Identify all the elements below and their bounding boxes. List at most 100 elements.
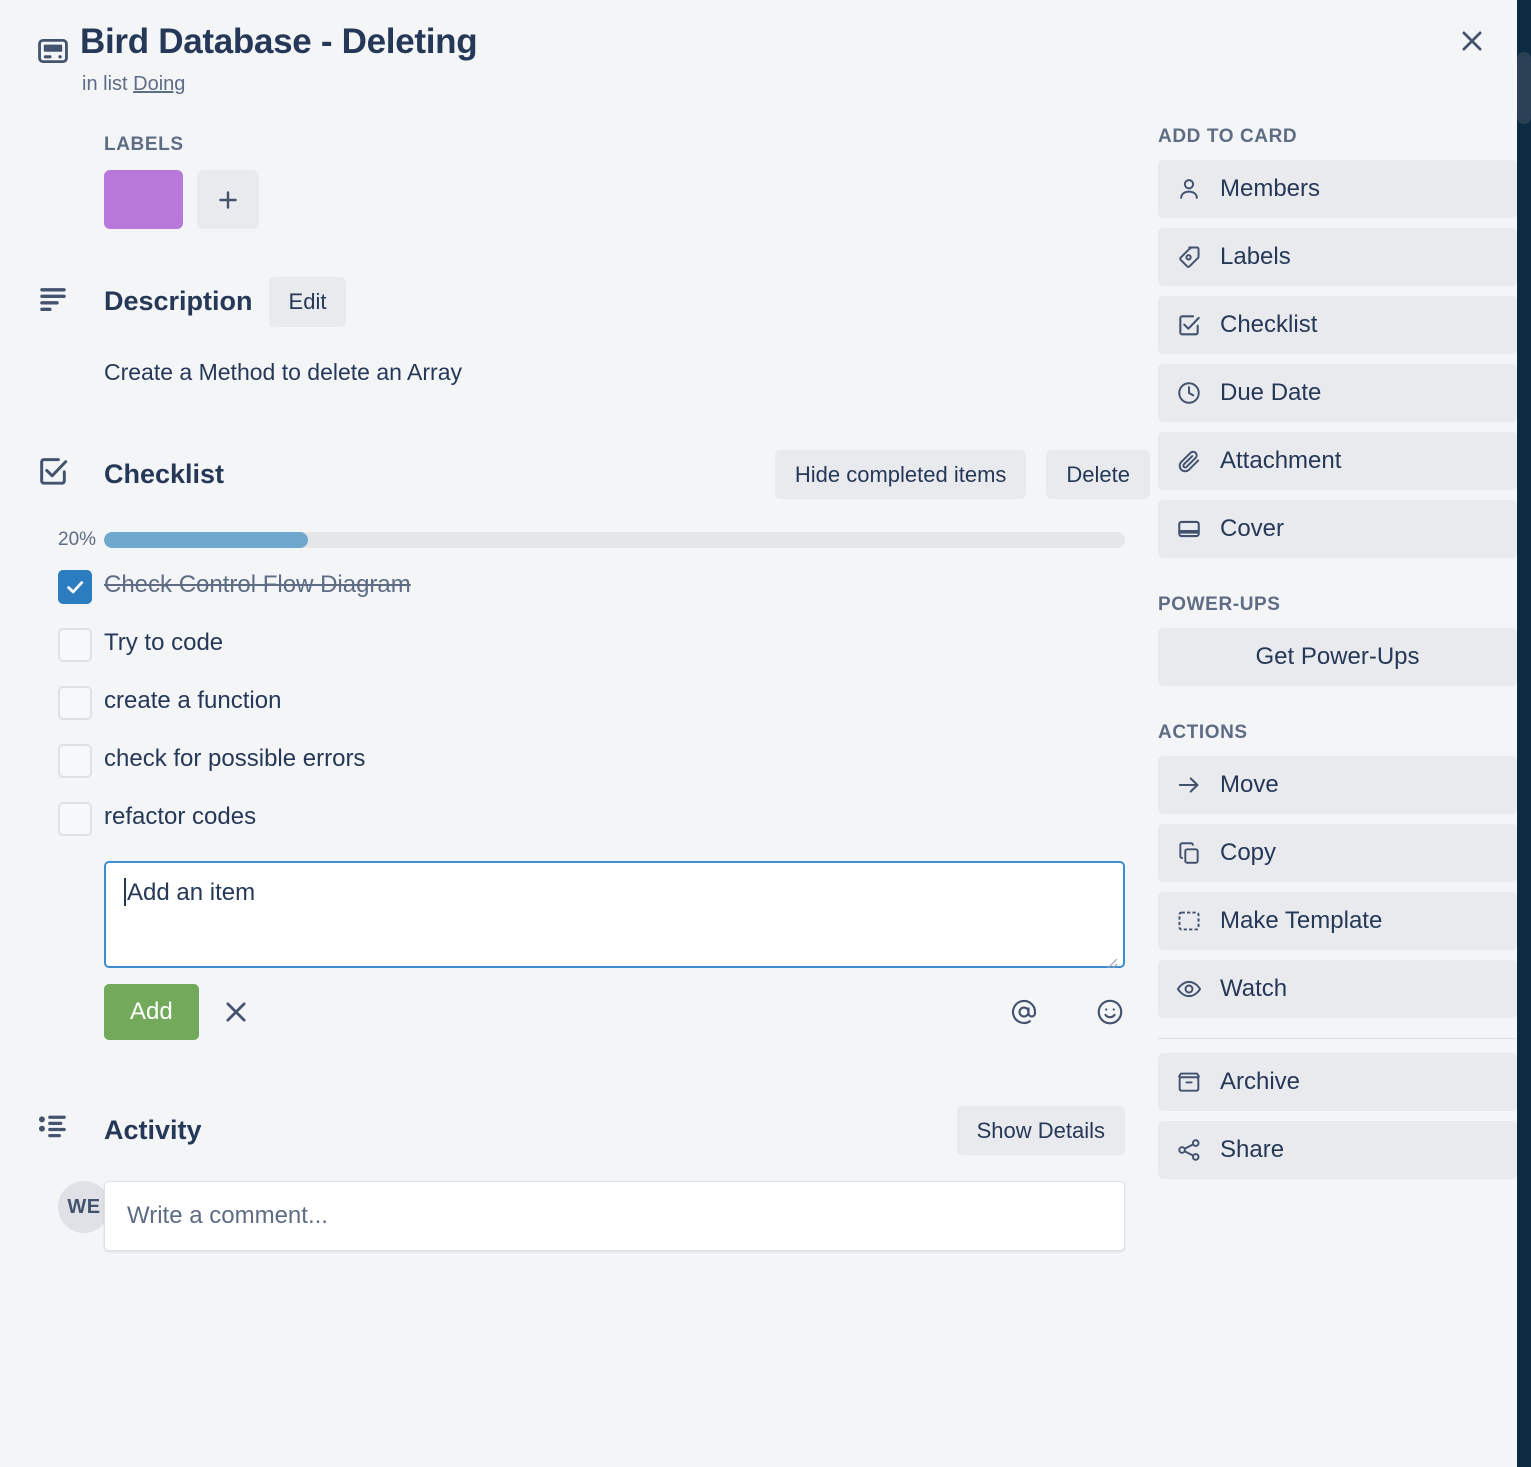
sidebar-item-archive[interactable]: Archive xyxy=(1158,1053,1517,1112)
sidebar-item-copy[interactable]: Copy xyxy=(1158,824,1517,883)
checklist-item-checkbox[interactable] xyxy=(58,743,92,778)
checklist-progress: 20% xyxy=(36,529,1150,551)
checklist-heading: Checklist xyxy=(104,458,225,489)
add-item-actions: Add xyxy=(36,983,1150,1040)
checklist-item-label[interactable]: create a function xyxy=(104,684,281,716)
sidebar-item-label: Cover xyxy=(1220,515,1285,543)
card-list-location: in list Doing xyxy=(80,73,1397,96)
edit-description-button[interactable]: Edit xyxy=(268,277,347,327)
checklist-item-checkbox-cell xyxy=(36,800,104,836)
sidebar-item-make-template[interactable]: Make Template xyxy=(1158,892,1517,951)
tag-icon xyxy=(1176,244,1202,270)
activity-section: Activity Show Details xyxy=(36,1105,1150,1156)
add-checklist-item-input[interactable]: Add an item xyxy=(104,860,1125,969)
checklist-section: Checklist Hide completed items Delete xyxy=(36,449,1150,499)
checklist-item: Check Control Flow Diagram xyxy=(36,557,1150,615)
sidebar-item-label: Checklist xyxy=(1220,311,1318,339)
add-checklist-item-value: Add an item xyxy=(127,878,256,906)
checklist-item-label[interactable]: Check Control Flow Diagram xyxy=(104,568,411,600)
checklist-item: Try to code xyxy=(36,615,1150,673)
get-power-ups-label: Get Power-Ups xyxy=(1255,643,1420,671)
sidebar-item-attachment[interactable]: Attachment xyxy=(1158,432,1517,491)
actions-heading: ACTIONS xyxy=(1158,722,1248,744)
checklist-item-checkbox[interactable] xyxy=(58,685,92,720)
add-to-card-heading: ADD TO CARD xyxy=(1158,126,1298,148)
checklist-item-checkbox-cell xyxy=(36,568,104,604)
show-details-button[interactable]: Show Details xyxy=(956,1105,1125,1156)
sidebar-item-label: Members xyxy=(1220,175,1321,203)
cover-icon xyxy=(1176,516,1202,542)
power-ups-group: POWER-UPS Get Power-Ups xyxy=(1158,594,1517,687)
card-sidebar: ADD TO CARD Members Labels Checklist Due Da… xyxy=(1150,126,1517,1251)
description-heading: Description xyxy=(104,286,253,317)
sidebar-divider xyxy=(1158,1038,1517,1040)
sidebar-item-label: Share xyxy=(1220,1136,1285,1164)
card-icon xyxy=(36,22,80,73)
activity-heading: Activity xyxy=(104,1115,202,1146)
sidebar-item-move[interactable]: Move xyxy=(1158,756,1517,815)
card-detail-dialog: Bird Database - Deleting in list Doing L… xyxy=(0,0,1517,1467)
checklist-item-checkbox[interactable] xyxy=(58,569,92,604)
text-caret xyxy=(124,877,126,906)
eye-icon xyxy=(1176,976,1202,1002)
sidebar-item-label: Make Template xyxy=(1220,907,1383,935)
add-to-card-group: ADD TO CARD Members Labels Checklist Due Da… xyxy=(1158,126,1517,559)
page-scrollbar[interactable] xyxy=(1517,0,1531,1467)
checklist-item-checkbox[interactable] xyxy=(58,627,92,662)
template-icon xyxy=(1176,908,1202,934)
sidebar-item-labels[interactable]: Labels xyxy=(1158,228,1517,287)
sidebar-item-label: Copy xyxy=(1220,839,1277,867)
hide-completed-items-button[interactable]: Hide completed items xyxy=(774,449,1027,499)
sidebar-item-checklist[interactable]: Checklist xyxy=(1158,296,1517,355)
checklist-progress-track xyxy=(104,531,1125,548)
sidebar-item-label: Archive xyxy=(1220,1068,1301,1096)
checklist-item-label[interactable]: refactor codes xyxy=(104,800,256,832)
avatar[interactable]: WE xyxy=(58,1181,110,1234)
page-title: Bird Database - Deleting xyxy=(80,22,478,61)
sidebar-item-due-date[interactable]: Due Date xyxy=(1158,364,1517,423)
list-link[interactable]: Doing xyxy=(133,73,185,95)
delete-checklist-button[interactable]: Delete xyxy=(1046,449,1150,499)
checkbox-icon xyxy=(1176,312,1202,338)
sidebar-item-share[interactable]: Share xyxy=(1158,1121,1517,1180)
add-button[interactable]: Add xyxy=(104,983,199,1040)
description-section: Description Edit Create a Method to dele… xyxy=(36,277,1150,387)
labels-heading: LABELS xyxy=(104,134,184,156)
card-main-column: LABELS Description Edit Create a Method … xyxy=(0,126,1150,1252)
scrollbar-thumb[interactable] xyxy=(1517,52,1531,124)
add-checklist-item-wrap: Add an item xyxy=(36,860,1150,969)
description-icon xyxy=(36,277,104,387)
activity-icon xyxy=(36,1106,104,1155)
checklist-item-label[interactable]: Try to code xyxy=(104,626,223,658)
checklist-item-checkbox-cell xyxy=(36,684,104,720)
clock-icon xyxy=(1176,380,1202,406)
cancel-add-item-icon[interactable] xyxy=(221,997,251,1027)
checklist-item-checkbox-cell xyxy=(36,742,104,778)
add-label-button[interactable] xyxy=(197,170,259,230)
sidebar-item-members[interactable]: Members xyxy=(1158,160,1517,219)
get-power-ups-button[interactable]: Get Power-Ups xyxy=(1158,628,1517,687)
checklist-item: refactor codes xyxy=(36,789,1150,847)
emoji-icon[interactable] xyxy=(1095,997,1125,1027)
sidebar-item-cover[interactable]: Cover xyxy=(1158,500,1517,559)
sidebar-item-label: Labels xyxy=(1220,243,1291,271)
resize-grip[interactable] xyxy=(1104,948,1118,969)
copy-icon xyxy=(1176,840,1202,866)
checklist-item-label[interactable]: check for possible errors xyxy=(104,742,365,774)
in-list-prefix: in list xyxy=(82,73,128,96)
close-icon[interactable] xyxy=(1449,18,1495,64)
checklist-progress-fill xyxy=(104,531,309,548)
sidebar-item-watch[interactable]: Watch xyxy=(1158,960,1517,1019)
label-swatch-purple[interactable] xyxy=(104,170,183,230)
checklist-item-checkbox-cell xyxy=(36,626,104,662)
actions-group: ACTIONS Move Copy Make Template Watch Archi… xyxy=(1158,722,1517,1180)
comment-input[interactable]: Write a comment... xyxy=(104,1181,1125,1252)
person-icon xyxy=(1176,176,1202,202)
at-icon[interactable] xyxy=(1009,997,1039,1027)
sidebar-item-label: Attachment xyxy=(1220,447,1342,475)
labels-gutter xyxy=(36,134,104,229)
checklist-item-checkbox[interactable] xyxy=(58,801,92,836)
sidebar-item-label: Watch xyxy=(1220,975,1288,1003)
description-body: Create a Method to delete an Array xyxy=(104,358,462,385)
archive-icon xyxy=(1176,1069,1202,1095)
